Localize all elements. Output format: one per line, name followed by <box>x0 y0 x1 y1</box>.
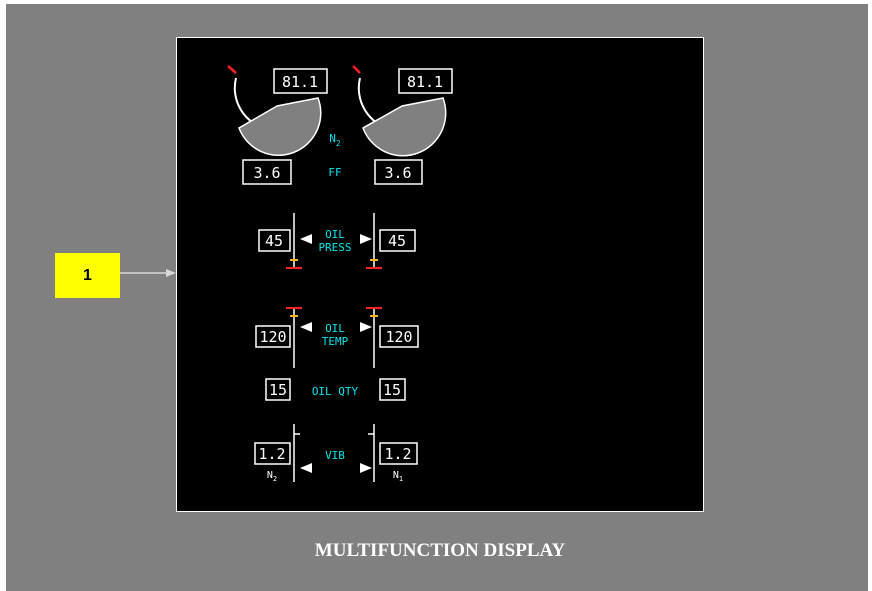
vib-left-pointer <box>300 463 312 473</box>
ff-right-value: 3.6 <box>384 164 411 182</box>
multifunction-display-screen: 81.1 81.1 N2 3.6 FF 3.6 45 OIL PRESS 45 … <box>176 37 704 512</box>
n2-label: N2 <box>329 132 341 148</box>
vib-right-pointer <box>360 463 372 473</box>
n2-left-value: 81.1 <box>282 73 318 91</box>
oil-qty-left-value: 15 <box>269 381 287 399</box>
n2-right-gauge-fill <box>362 97 447 157</box>
n2-left-gauge-fill <box>238 97 322 156</box>
vib-right-scale <box>360 424 375 482</box>
vib-left-scale <box>293 424 312 482</box>
oil-temp-left-pointer <box>300 322 312 332</box>
vib-left-sensor-label: N2 <box>267 470 277 483</box>
oil-qty-label: OIL QTY <box>312 385 359 398</box>
oil-temp-right-value: 120 <box>385 328 412 346</box>
callout-marker-1: 1 <box>55 253 120 298</box>
n2-right-value: 81.1 <box>407 73 443 91</box>
n2-gauge-right: 81.1 <box>352 65 453 157</box>
n2-gauge-left: 81.1 <box>227 65 328 156</box>
oil-temp-label-line2: TEMP <box>322 335 349 348</box>
vib-left-value: 1.2 <box>258 445 285 463</box>
oil-temp-right-scale <box>360 307 382 368</box>
vib-right-sensor-label: N1 <box>393 470 403 483</box>
oil-press-left-pointer <box>300 234 312 244</box>
display-caption: MULTIFUNCTION DISPLAY <box>314 540 566 561</box>
vib-right-value: 1.2 <box>384 445 411 463</box>
oil-press-label-line2: PRESS <box>318 241 351 254</box>
engine-display-graphics: 81.1 81.1 N2 3.6 FF 3.6 45 OIL PRESS 45 … <box>227 65 453 483</box>
ff-label: FF <box>328 166 341 179</box>
n2-left-redline-tick <box>227 65 237 74</box>
oil-temp-left-value: 120 <box>259 328 286 346</box>
oil-press-right-scale <box>360 213 382 269</box>
oil-qty-right-value: 15 <box>383 381 401 399</box>
oil-press-right-value: 45 <box>388 232 406 250</box>
ff-left-value: 3.6 <box>253 164 280 182</box>
cropped-heading-fragment <box>6 0 406 7</box>
oil-press-label-line1: OIL <box>325 228 345 241</box>
oil-temp-label-line1: OIL <box>325 322 345 335</box>
oil-temp-right-pointer <box>360 322 372 332</box>
n2-right-redline-tick <box>352 65 361 74</box>
vib-label: VIB <box>325 449 345 462</box>
oil-press-left-value: 45 <box>265 232 283 250</box>
oil-press-right-pointer <box>360 234 372 244</box>
